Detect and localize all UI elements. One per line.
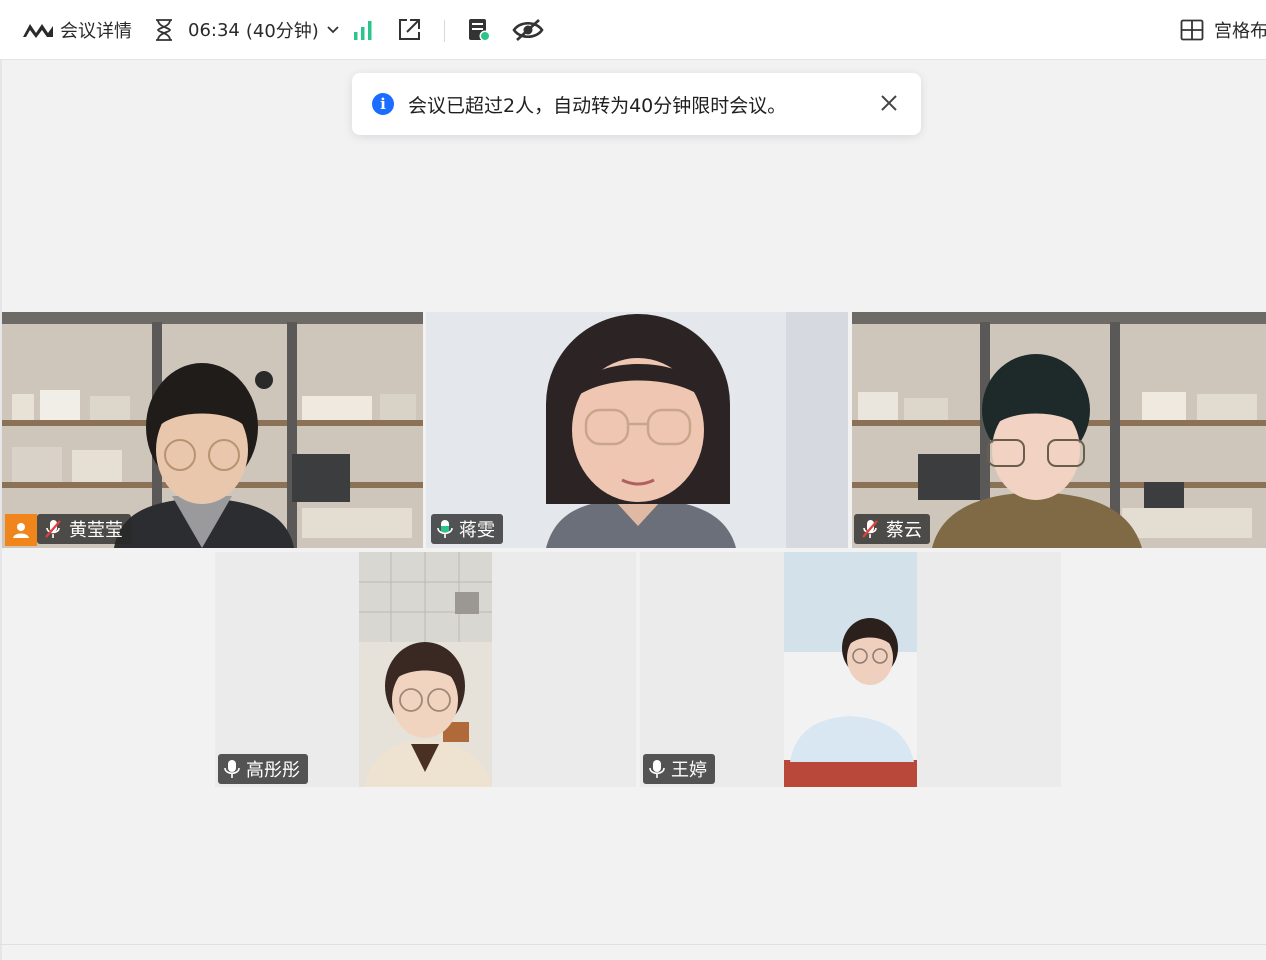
layout-label: 宫格布 (1214, 21, 1266, 42)
participant-video (359, 552, 492, 787)
toolbar-divider (444, 20, 445, 42)
share-external-icon[interactable] (396, 0, 422, 60)
mic-muted-icon (43, 518, 63, 540)
layout-button[interactable]: 宫格布 (1180, 0, 1266, 60)
hourglass-icon (150, 18, 178, 42)
info-icon: i (372, 93, 394, 115)
top-toolbar: 会议详情 06:34 (40分钟) 宫格布 (0, 0, 1266, 60)
participant-video (426, 312, 848, 548)
participant-name: 黄莹莹 (69, 520, 123, 541)
participant-name: 蔡云 (886, 520, 922, 541)
participant-name: 高彤彤 (246, 760, 300, 781)
notification-toast: i 会议已超过2人，自动转为40分钟限时会议。 (352, 73, 921, 135)
mic-icon (224, 758, 240, 780)
participant-video (2, 312, 423, 548)
meeting-logo-icon (22, 0, 54, 60)
participant-name: 蒋雯 (459, 520, 495, 541)
video-tile[interactable]: 高彤彤 (215, 552, 636, 787)
meeting-details-button[interactable]: 会议详情 (60, 0, 132, 60)
mic-speaking-icon (437, 518, 453, 540)
hide-video-icon[interactable] (512, 0, 544, 60)
grid-layout-icon (1180, 19, 1204, 41)
record-notes-icon[interactable] (466, 0, 492, 60)
mic-icon (649, 758, 665, 780)
participant-nametag: 高彤彤 (218, 754, 308, 784)
mic-muted-icon (860, 518, 880, 540)
network-signal-icon[interactable] (352, 0, 374, 60)
video-tile-active-speaker[interactable]: 蒋雯 (426, 312, 848, 548)
participant-nametag: 蒋雯 (431, 514, 503, 544)
participant-nametag: 蔡云 (854, 514, 930, 544)
participant-nametag: 王婷 (643, 754, 715, 784)
meeting-details-label: 会议详情 (60, 21, 132, 42)
video-tile[interactable]: 王婷 (640, 552, 1061, 787)
participant-video (784, 552, 917, 787)
close-icon[interactable] (879, 93, 899, 113)
host-badge-icon (5, 514, 37, 546)
chevron-down-icon (327, 26, 339, 34)
toast-message: 会议已超过2人，自动转为40分钟限时会议。 (408, 95, 787, 117)
bottom-divider (0, 944, 1266, 945)
video-tile[interactable]: 蔡云 (852, 312, 1266, 548)
participant-name: 王婷 (671, 760, 707, 781)
participant-nametag: 黄莹莹 (37, 514, 131, 544)
time-limit: (40分钟) (245, 21, 319, 42)
time-elapsed: 06:34 (188, 19, 240, 41)
participant-video (852, 312, 1266, 548)
video-tile[interactable]: 黄莹莹 (2, 312, 423, 548)
meeting-timer-dropdown[interactable]: 06:34 (40分钟) (150, 0, 339, 60)
